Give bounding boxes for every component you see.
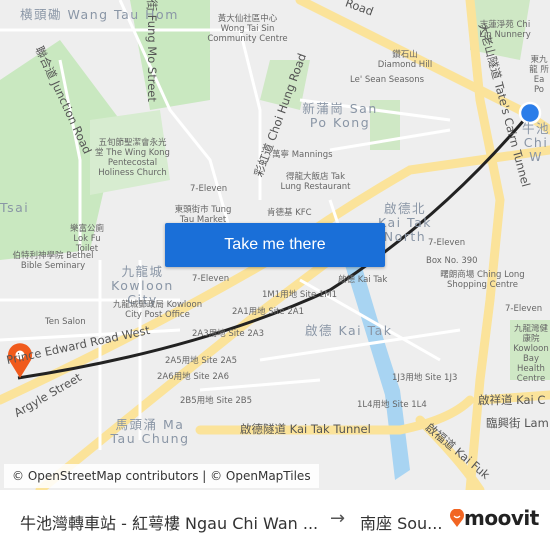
map-label: 五旬節聖潔會永光堂 The Wing Kong Pentecostal Holi… <box>95 138 170 178</box>
map-label: 1J3用地 Site 1J3 <box>392 373 458 383</box>
map-label: 九龍城郵政局 Kowloon City Post Office <box>112 300 203 320</box>
footer-bar: 牛池灣轉車站 - 紅萼樓 Ngau Chi Wan ... → 南座 Sou..… <box>0 490 550 550</box>
map-label: 肯德基 KFC <box>267 208 312 218</box>
map-label: 7-Eleven <box>192 274 230 284</box>
map-label: 7-Eleven <box>428 238 466 248</box>
map-label: 鑽石山 Diamond Hill <box>377 50 433 70</box>
map-label: 曙朗商場 Ching Long Shopping Centre <box>440 270 525 290</box>
moovit-logo: moovit <box>450 506 539 530</box>
river <box>345 260 410 480</box>
map-label: Box No. 390 <box>426 256 478 266</box>
origin-marker[interactable] <box>518 101 542 125</box>
map-label: 萬寧 Mannings <box>272 150 333 160</box>
map[interactable]: 横頭磡 Wang Tau Hom 舞街 Fung Mo Street 黃大仙社區… <box>0 0 550 490</box>
map-label: 啟德 Kai Tak <box>338 275 388 285</box>
arrow-right-icon: → <box>330 508 346 529</box>
map-label: 啟祥道 Kai C <box>478 393 546 407</box>
map-label: 新蒲崗 San Po Kong <box>302 101 378 130</box>
map-label: 2B5用地 Site 2B5 <box>180 396 253 406</box>
moovit-wordmark: moovit <box>464 506 539 530</box>
map-label: 7-Eleven <box>190 184 228 194</box>
map-label: Tsai <box>0 200 30 215</box>
map-label: 九龍灣健康院 Kowloon Bay Health Centre <box>513 324 549 384</box>
moovit-pin-icon <box>450 509 464 527</box>
map-label: 2A6用地 Site 2A6 <box>157 372 229 382</box>
map-label: 得龍大飯店 Tak Lung Restaurant <box>280 172 351 192</box>
map-label: 1L4用地 Site 1L4 <box>357 400 427 410</box>
map-label: 伯特利神學院 Bethel Bible Seminary <box>12 251 94 271</box>
map-label: Ten Salon <box>45 317 86 327</box>
map-label: 2A1用地 Site 2A1 <box>232 307 304 317</box>
map-attribution[interactable]: © OpenStreetMap contributors | © OpenMap… <box>4 464 319 488</box>
map-label: 7-Eleven <box>505 304 543 314</box>
destination-stop-name: 南座 Sou... <box>360 514 443 533</box>
map-label: 牛池 Chi W <box>522 122 550 164</box>
map-label: 馬頭涌 Ma Tau Chung <box>110 417 190 446</box>
map-label: Le' Sean Seasons <box>350 75 425 85</box>
map-label: 東頭街市 Tung Tau Market <box>174 205 232 225</box>
map-label: 黃大仙社區中心 Wong Tai Sin Community Centre <box>207 14 288 44</box>
origin-stop-name: 牛池灣轉車站 - 紅萼樓 Ngau Chi Wan ... <box>20 514 319 533</box>
map-label: 啟德 Kai Tak <box>305 323 393 338</box>
map-label: 啟德隧道 Kai Tak Tunnel <box>240 422 371 436</box>
map-label: 臨興街 Lam <box>486 416 549 430</box>
map-label: 東九龍 所 Ea Po <box>529 55 549 95</box>
map-label: 2A5用地 Site 2A5 <box>165 356 237 366</box>
map-label: 2A3用地 Site 2A3 <box>192 329 264 339</box>
take-me-there-button[interactable]: Take me there <box>165 223 385 267</box>
map-label: 1M1用地 Site 1M1 <box>262 290 338 300</box>
map-label: 舞街 Fung Mo Street <box>144 0 159 102</box>
map-label: 樂富公廁 Lok Fu Toilet <box>69 224 104 254</box>
